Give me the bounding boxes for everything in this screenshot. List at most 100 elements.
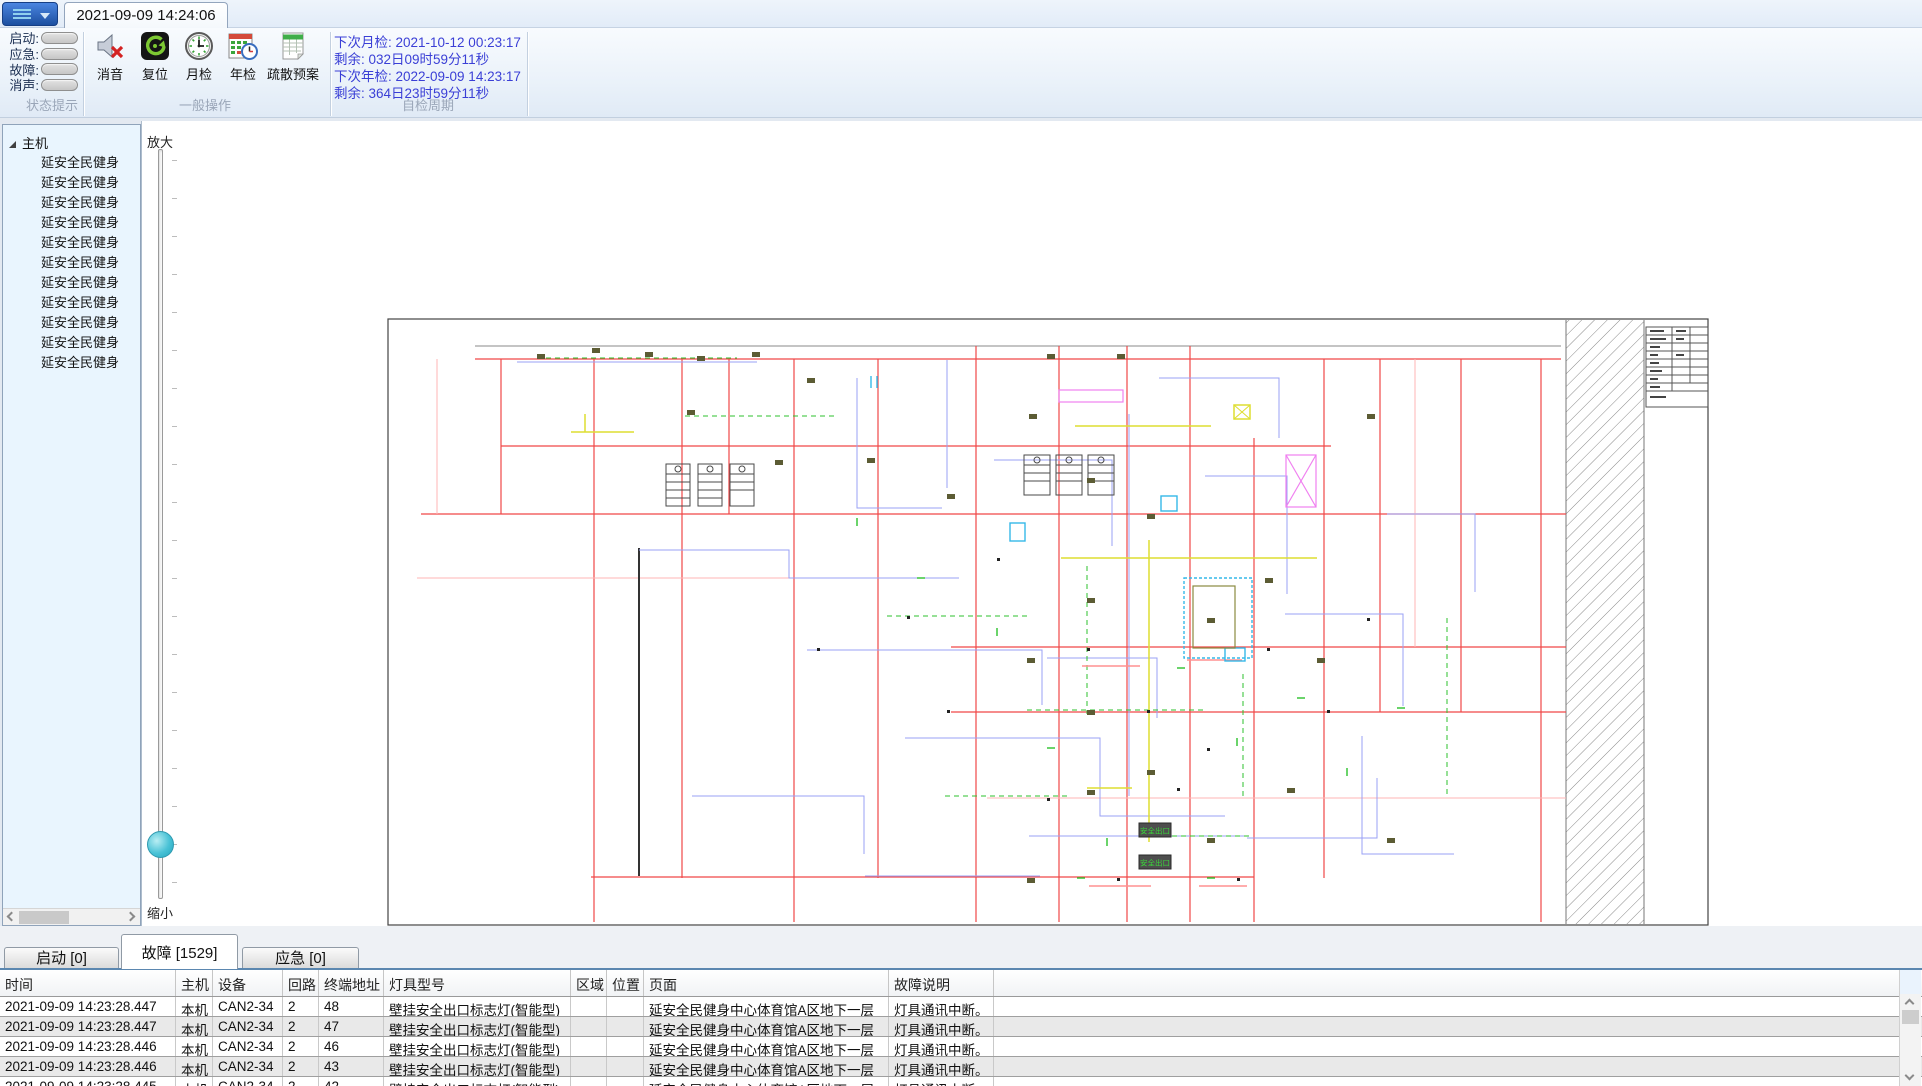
event-tab[interactable]: 启动 [0] xyxy=(4,947,119,969)
slider-tick xyxy=(172,578,177,579)
column-header[interactable]: 时间 xyxy=(0,970,176,996)
table-cell: CAN2-34 xyxy=(213,1017,283,1036)
event-tab[interactable]: 应急 [0] xyxy=(242,947,359,969)
scroll-up-icon[interactable] xyxy=(1906,1000,1913,1007)
expand-triangle-icon xyxy=(9,141,16,148)
table-cell: 延安全民健身中心体育馆A区地下一层 xyxy=(644,1077,889,1086)
slider-tick xyxy=(172,502,177,503)
column-header[interactable]: 回路 xyxy=(283,970,319,996)
scroll-down-icon[interactable] xyxy=(1906,1072,1913,1079)
table-vertical-scrollbar[interactable] xyxy=(1899,970,1921,1086)
table-cell: 2 xyxy=(283,997,319,1016)
scrollbar-thumb[interactable] xyxy=(19,911,69,924)
exit-sign-text: 安全出口 xyxy=(1140,826,1170,836)
table-cell: 2021-09-09 14:23:28.445 xyxy=(0,1077,176,1086)
tree-item-station[interactable]: 延安全民健身 xyxy=(3,173,140,193)
table-cell-filler xyxy=(994,1017,1922,1036)
tree-item-station[interactable]: 延安全民健身 xyxy=(3,353,140,373)
datetime-tab-label: 2021-09-09 14:24:06 xyxy=(76,7,215,24)
zoom-slider-thumb[interactable] xyxy=(147,831,174,858)
monthly-check-button[interactable]: 月检 xyxy=(176,31,222,83)
tree-item-station[interactable]: 延安全民健身 xyxy=(3,273,140,293)
column-header[interactable]: 页面 xyxy=(644,970,889,996)
status-row: 消声: xyxy=(6,77,78,93)
column-header[interactable]: 设备 xyxy=(213,970,283,996)
monthly-check-button-label: 月检 xyxy=(176,64,222,83)
scrollbar-thumb[interactable] xyxy=(1902,1010,1919,1024)
table-cell: 42 xyxy=(319,1077,384,1086)
table-cell: CAN2-34 xyxy=(213,1057,283,1076)
status-label: 消声: xyxy=(6,75,39,94)
event-table-body: 2021-09-09 14:23:28.447本机CAN2-34248壁挂安全出… xyxy=(0,997,1922,1086)
table-cell: 2021-09-09 14:23:28.446 xyxy=(0,1037,176,1056)
column-header[interactable]: 终端地址 xyxy=(319,970,384,996)
mute-button[interactable]: 消音 xyxy=(87,31,133,83)
table-cell xyxy=(571,1037,607,1056)
menu-button[interactable] xyxy=(2,2,58,26)
annual-check-button[interactable]: 年检 xyxy=(220,31,266,83)
column-header[interactable]: 灯具型号 xyxy=(384,970,571,996)
group-divider xyxy=(330,32,331,116)
table-row[interactable]: 2021-09-09 14:23:28.446本机CAN2-34243壁挂安全出… xyxy=(0,1057,1922,1077)
ribbon-toolbar: 启动:应急:故障:消声: 状态提示 消音 复位 xyxy=(0,28,1922,118)
table-cell: 2021-09-09 14:23:28.447 xyxy=(0,997,176,1016)
slider-tick xyxy=(172,274,177,275)
status-indicator-lamp xyxy=(41,32,78,44)
tree-item-station[interactable]: 延安全民健身 xyxy=(3,333,140,353)
event-tab[interactable]: 故障 [1529] xyxy=(121,934,238,969)
column-header[interactable]: 主机 xyxy=(176,970,213,996)
slider-tick xyxy=(172,312,177,313)
table-cell-filler xyxy=(994,1037,1922,1056)
table-cell: 46 xyxy=(319,1037,384,1056)
table-cell: 壁挂安全出口标志灯(智能型) xyxy=(384,1057,571,1076)
exit-sign: 安全出口 xyxy=(1139,823,1171,837)
calendar-clock-icon xyxy=(228,31,258,61)
table-cell: 2 xyxy=(283,1057,319,1076)
column-header[interactable]: 区域 xyxy=(571,970,607,996)
application-window: 2021-09-09 14:24:06 启动:应急:故障:消声: 状态提示 消音 xyxy=(0,0,1922,1086)
selfcheck-group-caption: 自检周期 xyxy=(363,95,493,114)
reset-circular-arrow-icon xyxy=(140,31,170,61)
exit-sign-text: 安全出口 xyxy=(1140,858,1170,868)
annual-check-button-label: 年检 xyxy=(220,64,266,83)
reset-button[interactable]: 复位 xyxy=(132,31,178,83)
scroll-right-icon[interactable] xyxy=(127,913,135,921)
table-cell: 延安全民健身中心体育馆A区地下一层 xyxy=(644,1037,889,1056)
table-row[interactable]: 2021-09-09 14:23:28.445本机CAN2-34242壁挂安全出… xyxy=(0,1077,1922,1086)
table-row[interactable]: 2021-09-09 14:23:28.447本机CAN2-34248壁挂安全出… xyxy=(0,997,1922,1017)
tree-item-station[interactable]: 延安全民健身 xyxy=(3,153,140,173)
tree-node-host[interactable]: 主机 xyxy=(9,133,48,151)
tree-item-station[interactable]: 延安全民健身 xyxy=(3,313,140,333)
table-row[interactable]: 2021-09-09 14:23:28.447本机CAN2-34247壁挂安全出… xyxy=(0,1017,1922,1037)
zoom-out-label[interactable]: 缩小 xyxy=(147,903,173,922)
group-divider xyxy=(527,32,528,116)
slider-tick xyxy=(172,160,177,161)
zoom-slider-track[interactable] xyxy=(158,149,163,899)
table-cell: 48 xyxy=(319,997,384,1016)
datetime-tab[interactable]: 2021-09-09 14:24:06 xyxy=(64,2,228,29)
tree-item-station[interactable]: 延安全民健身 xyxy=(3,293,140,313)
tree-item-station[interactable]: 延安全民健身 xyxy=(3,233,140,253)
table-cell xyxy=(571,997,607,1016)
column-header[interactable]: 故障说明 xyxy=(889,970,994,996)
tree-item-station[interactable]: 延安全民健身 xyxy=(3,193,140,213)
column-header[interactable]: 位置 xyxy=(607,970,644,996)
sidebar-horizontal-scrollbar[interactable] xyxy=(3,908,140,925)
tree-item-station[interactable]: 延安全民健身 xyxy=(3,253,140,273)
slider-tick xyxy=(172,350,177,351)
status-indicator-lamp xyxy=(41,63,78,75)
table-cell: 2 xyxy=(283,1077,319,1086)
scroll-left-icon[interactable] xyxy=(8,913,16,921)
table-cell: CAN2-34 xyxy=(213,1077,283,1086)
mute-button-label: 消音 xyxy=(87,64,133,83)
table-cell: CAN2-34 xyxy=(213,1037,283,1056)
table-cell: 延安全民健身中心体育馆A区地下一层 xyxy=(644,997,889,1016)
slider-tick xyxy=(172,426,177,427)
evacuation-plan-button[interactable]: 疏散预案 xyxy=(264,31,322,83)
table-cell: 2021-09-09 14:23:28.446 xyxy=(0,1057,176,1076)
floorplan-canvas[interactable]: 放大 缩小 xyxy=(141,121,1922,926)
tree-item-station[interactable]: 延安全民健身 xyxy=(3,213,140,233)
slider-tick xyxy=(172,730,177,731)
table-row[interactable]: 2021-09-09 14:23:28.446本机CAN2-34246壁挂安全出… xyxy=(0,1037,1922,1057)
tree-root-label: 主机 xyxy=(22,136,48,151)
